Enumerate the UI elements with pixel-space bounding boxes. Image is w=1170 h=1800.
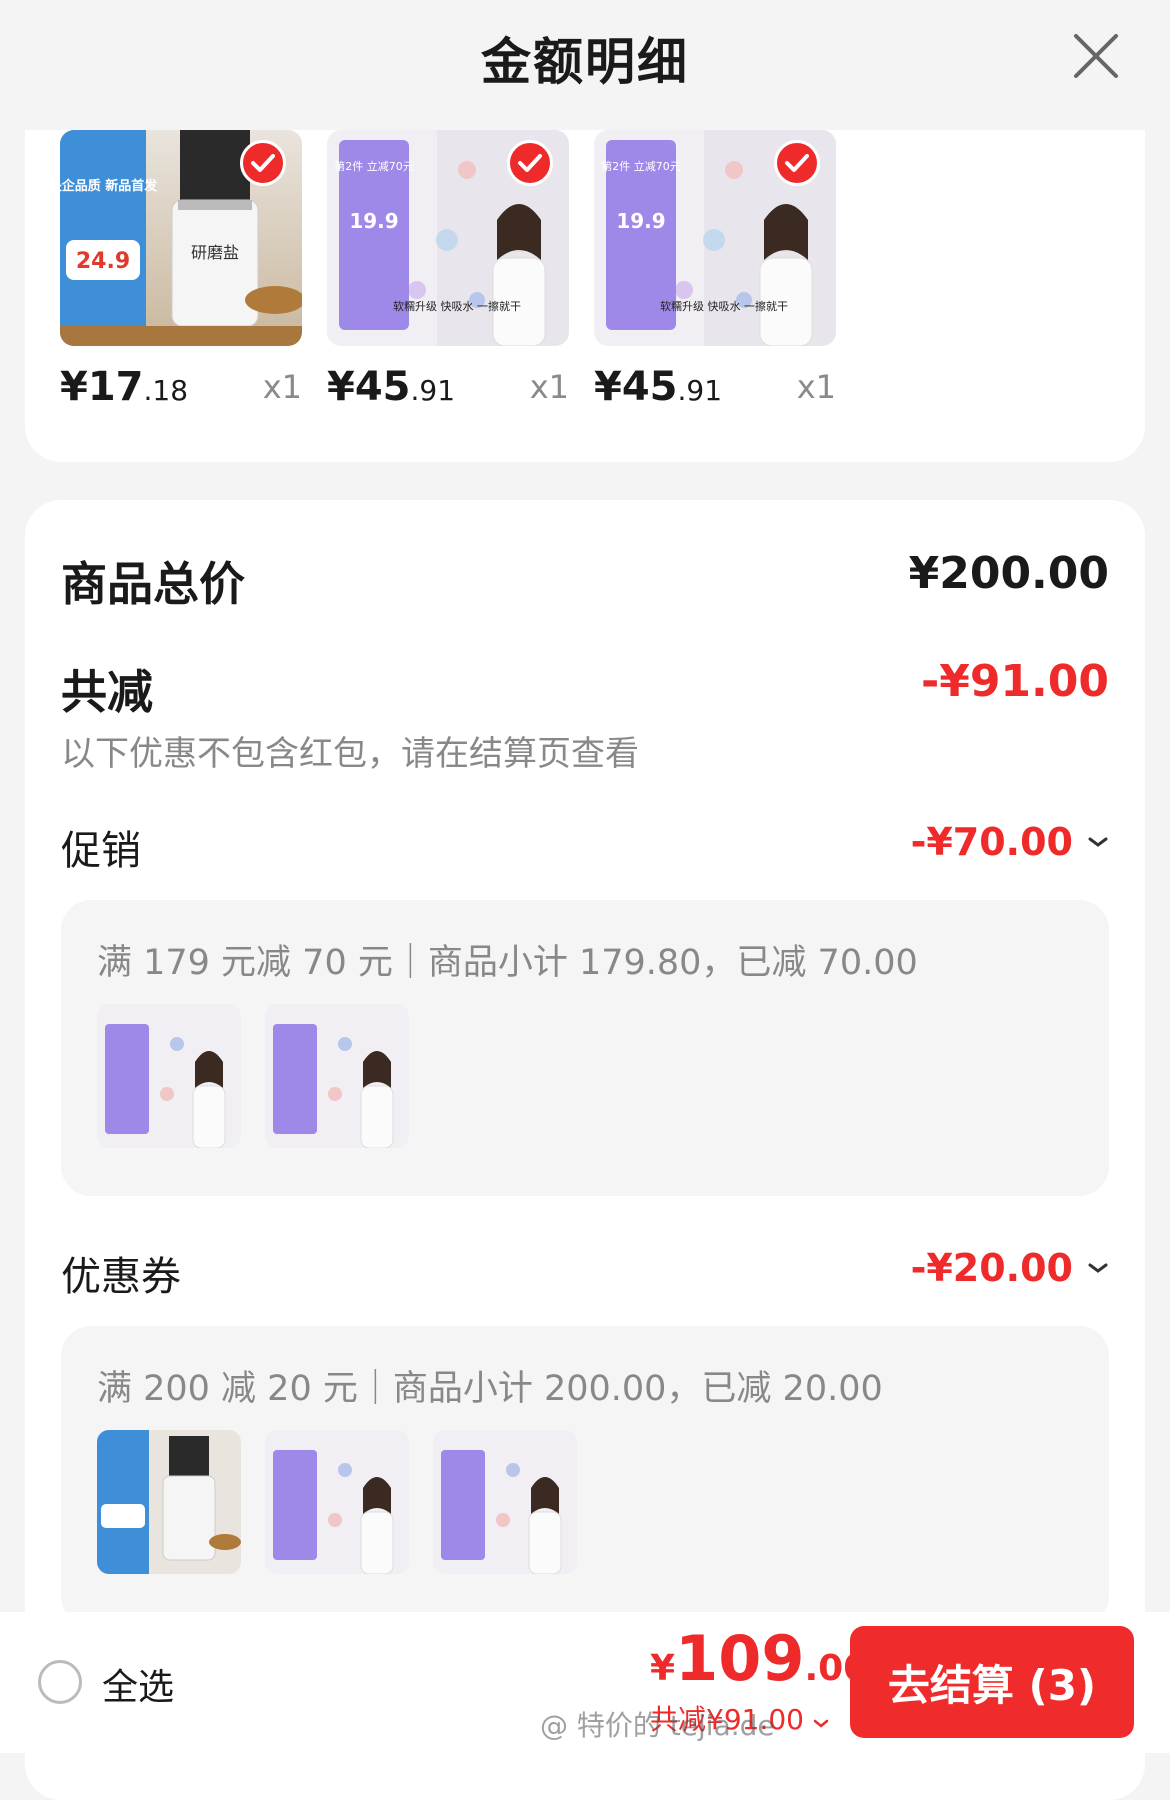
coupon-detail-text: 满 200 减 20 元｜商品小计 200.00，已减 20.00 <box>97 1369 883 1409</box>
checkout-bar: 全选 ¥109.00 共减¥91.00 @ 特价的 tejia.de 去结算 (… <box>0 1612 1170 1753</box>
price-breakdown-card: 商品总价 ¥200.00 共减 -¥91.00 以下优惠不包含红包，请在结算页查… <box>25 500 1145 1800</box>
promo-row[interactable]: 促销 -¥70.00 <box>61 818 1109 874</box>
close-icon <box>1074 34 1118 78</box>
img-promo: 第2件 立减70元 <box>334 159 414 173</box>
product-price: ¥45.91 <box>327 364 456 410</box>
select-all-label[interactable]: 全选 <box>102 1658 174 1710</box>
chevron-down-icon <box>1088 1263 1108 1273</box>
total-discount-value: -¥91.00 <box>920 656 1109 707</box>
img-caption: 软糯升级 快吸水 一擦就干 <box>393 299 521 313</box>
product-thumbnail[interactable]: 第2件 立减70元 19.9 软糯升级 快吸水 一擦就干 <box>327 130 569 346</box>
coupon-item-thumbnail[interactable] <box>433 1430 577 1574</box>
img-price: 19.9 <box>616 209 665 233</box>
salt-grinder-image <box>97 1430 241 1574</box>
coupon-item-thumbnail[interactable] <box>265 1430 409 1574</box>
discount-note: 以下优惠不包含红包，请在结算页查看 <box>61 734 639 774</box>
total-discount-row: 共减 -¥91.00 <box>61 656 1109 719</box>
promo-detail-text: 满 179 元减 70 元｜商品小计 179.80，已减 70.00 <box>97 943 918 983</box>
header: 金额明细 <box>0 0 1170 130</box>
product-item[interactable]: 第2件 立减70元 19.9 软糯升级 快吸水 一擦就干 ¥45.91 x1 <box>594 130 838 424</box>
product-thumbnail[interactable]: 第2件 立减70元 19.9 软糯升级 快吸水 一擦就干 <box>594 130 836 346</box>
page-title: 金额明细 <box>481 33 689 91</box>
product-quantity: x1 <box>262 368 302 406</box>
selected-check-badge[interactable] <box>240 140 286 186</box>
towel-image <box>265 1430 409 1574</box>
selected-products-card: 24.9 央企品质 新品首发 研磨盐 ¥17.18 x1 <box>25 110 1145 462</box>
promo-detail-box: 满 179 元减 70 元｜商品小计 179.80，已减 70.00 <box>61 900 1109 1196</box>
close-button[interactable] <box>1068 28 1124 84</box>
img-caption: 软糯升级 快吸水 一擦就干 <box>660 299 788 313</box>
total-price-value: ¥200.00 <box>908 548 1109 599</box>
watermark: @ 特价的 tejia.de <box>540 1709 775 1742</box>
product-price: ¥17.18 <box>60 364 189 410</box>
img-badge: 央企品质 新品首发 <box>60 178 158 194</box>
promo-value[interactable]: -¥70.00 <box>911 820 1109 864</box>
checkmark-icon <box>251 154 275 172</box>
product-thumbnail[interactable]: 24.9 央企品质 新品首发 研磨盐 <box>60 130 302 346</box>
chevron-down-icon <box>1088 837 1108 847</box>
product-quantity: x1 <box>529 368 569 406</box>
coupon-item-thumbnail[interactable] <box>97 1430 241 1574</box>
checkmark-icon <box>785 154 809 172</box>
checkout-button[interactable]: 去结算 (3) <box>850 1626 1134 1738</box>
coupon-row[interactable]: 优惠券 -¥20.00 <box>61 1244 1109 1300</box>
img-promo: 第2件 立减70元 <box>601 159 681 173</box>
total-price-row: 商品总价 ¥200.00 <box>61 548 1109 611</box>
img-price: 24.9 <box>76 249 130 274</box>
coupon-detail-box: 满 200 减 20 元｜商品小计 200.00，已减 20.00 <box>61 1326 1109 1626</box>
selected-check-badge[interactable] <box>774 140 820 186</box>
img-product: 研磨盐 <box>191 243 239 262</box>
product-price: ¥45.91 <box>594 364 723 410</box>
product-item[interactable]: 24.9 央企品质 新品首发 研磨盐 ¥17.18 x1 <box>60 130 304 424</box>
product-quantity: x1 <box>796 368 836 406</box>
select-all-radio[interactable] <box>38 1660 82 1704</box>
promo-item-thumbnail[interactable] <box>265 1004 409 1148</box>
chevron-down-icon <box>813 1719 829 1728</box>
img-price: 19.9 <box>349 209 398 233</box>
coupon-value[interactable]: -¥20.00 <box>911 1246 1109 1290</box>
product-item[interactable]: 第2件 立减70元 19.9 软糯升级 快吸水 一擦就干 ¥45.91 x1 <box>327 130 571 424</box>
promo-item-thumbnail[interactable] <box>97 1004 241 1148</box>
checkmark-icon <box>518 154 542 172</box>
towel-image <box>265 1004 409 1148</box>
selected-check-badge[interactable] <box>507 140 553 186</box>
towel-image <box>97 1004 241 1148</box>
grand-total: ¥109.00 <box>650 1622 869 1695</box>
towel-image <box>433 1430 577 1574</box>
